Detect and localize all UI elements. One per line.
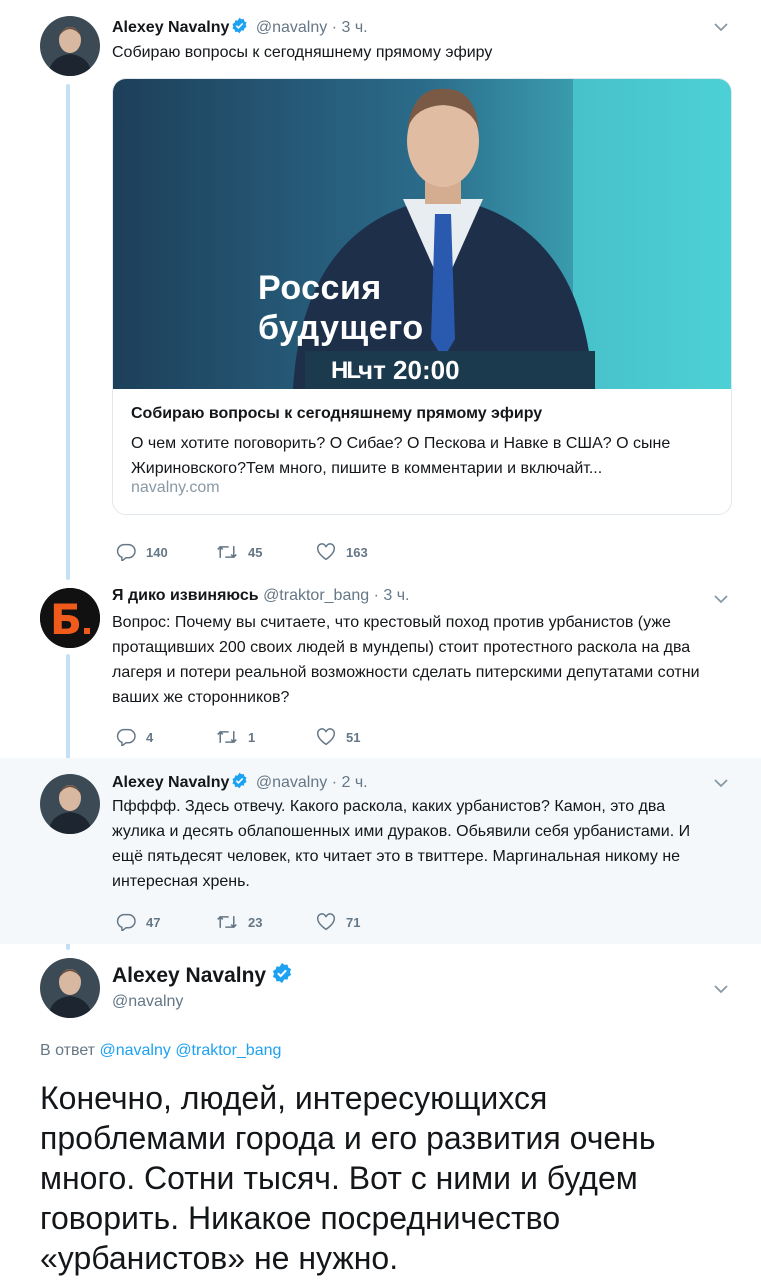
card-description: О чем хотите поговорить? О Сибае? О Песк… [131,435,671,477]
separator-dot: · [331,19,338,36]
image-time: чт 20:00 [358,355,460,385]
timestamp[interactable]: 3 ч. [383,587,409,604]
separator-dot: · [373,587,379,604]
like-button[interactable]: 71 [316,913,416,931]
retweet-button[interactable]: 23 [216,913,316,931]
main-author-name[interactable]: Alexey Navalny [112,962,296,990]
chevron-down-icon[interactable] [713,20,729,38]
verified-badge-icon [271,962,293,990]
avatar[interactable]: Б [40,588,100,648]
image-logo: НL [331,357,361,384]
card-domain: navalny.com [131,479,220,496]
author-name[interactable]: Alexey Navalny [112,19,229,36]
like-icon [317,728,335,746]
reply-count: 140 [146,544,168,560]
retweet-button[interactable]: 45 [216,543,316,561]
timestamp[interactable]: 3 ч. [341,19,367,36]
like-button[interactable]: 163 [316,543,416,561]
avatar[interactable] [40,958,100,1018]
image-title-line1: Россия [258,269,382,307]
author-handle[interactable]: @navalny [112,993,183,1011]
author-name[interactable]: Alexey Navalny [112,964,266,987]
retweet-button[interactable]: 1 [216,728,316,746]
tweet-header: Я дико извиняюсь @traktor_bang · 3 ч. [112,587,410,605]
card-title: Собираю вопросы к сегодняшнему прямому э… [131,405,543,422]
tweet-actions: 4 1 51 [116,726,416,748]
reply-button[interactable]: 4 [116,728,216,746]
retweet-count: 23 [248,914,263,930]
mention-link[interactable]: @traktor_bang [175,1042,281,1059]
verified-badge-icon [231,772,248,794]
avatar[interactable] [40,16,100,76]
verified-badge-icon [231,17,248,39]
chevron-down-icon[interactable] [713,592,729,610]
link-card[interactable]: Россия будущего НL чт 20:00 Собираю вопр… [112,78,732,515]
chevron-down-icon[interactable] [713,982,729,1000]
tweet[interactable]: Б Я дико извиняюсь @traktor_bang · 3 ч. … [0,580,761,758]
tweet-header: Alexey Navalny @navalny · 2 ч. [112,772,368,794]
retweet-icon [217,915,237,929]
author-name[interactable]: Alexey Navalny [112,774,229,791]
tweet[interactable]: Alexey Navalny @navalny · 3 ч. Собираю в… [0,0,761,580]
svg-text:Б: Б [50,595,82,644]
tweet-text: Собираю вопросы к сегодняшнему прямому э… [112,44,493,61]
author-name[interactable]: Я дико извиняюсь [112,587,259,604]
like-count: 51 [346,729,361,745]
mention-link[interactable]: @navalny [99,1042,170,1059]
reply-context: В ответ @navalny @traktor_bang [40,1042,281,1060]
like-count: 163 [346,544,368,560]
retweet-icon [217,545,237,559]
tweet[interactable]: Alexey Navalny @navalny · 2 ч. Пфффф. Зд… [0,758,761,944]
like-icon [317,913,335,931]
reply-count: 47 [146,914,161,930]
separator-dot: · [331,774,338,791]
retweet-count: 1 [248,729,256,745]
reply-button[interactable]: 47 [116,913,216,931]
tweet-actions: 47 23 71 [116,911,416,933]
reply-button[interactable]: 140 [116,543,216,561]
reply-icon [116,543,136,561]
like-count: 71 [346,914,361,930]
reply-icon [116,913,136,931]
tweet-header: Alexey Navalny @navalny · 3 ч. [112,17,368,39]
retweet-icon [217,730,237,744]
timestamp[interactable]: 2 ч. [341,774,367,791]
like-icon [317,543,335,561]
author-handle[interactable]: @navalny [256,19,327,36]
reply-count: 4 [146,729,154,745]
reply-icon [116,728,136,746]
author-handle[interactable]: @navalny [256,774,327,791]
author-handle[interactable]: @traktor_bang [263,587,369,604]
tweet-text: Пфффф. Здесь отвечу. Какого раскола, как… [112,798,691,890]
avatar[interactable] [40,774,100,834]
like-button[interactable]: 51 [316,728,416,746]
card-image: Россия будущего НL чт 20:00 [113,79,731,389]
retweet-count: 45 [248,544,263,560]
reply-prefix: В ответ [40,1042,96,1059]
main-tweet-text: Конечно, людей, интересующихся проблемам… [40,1080,656,1276]
tweet-text: Вопрос: Почему вы считаете, что крестовы… [112,614,700,706]
chevron-down-icon[interactable] [713,776,729,794]
image-title-line2: будущего [258,309,424,347]
tweet-actions: 140 45 163 [116,541,416,563]
